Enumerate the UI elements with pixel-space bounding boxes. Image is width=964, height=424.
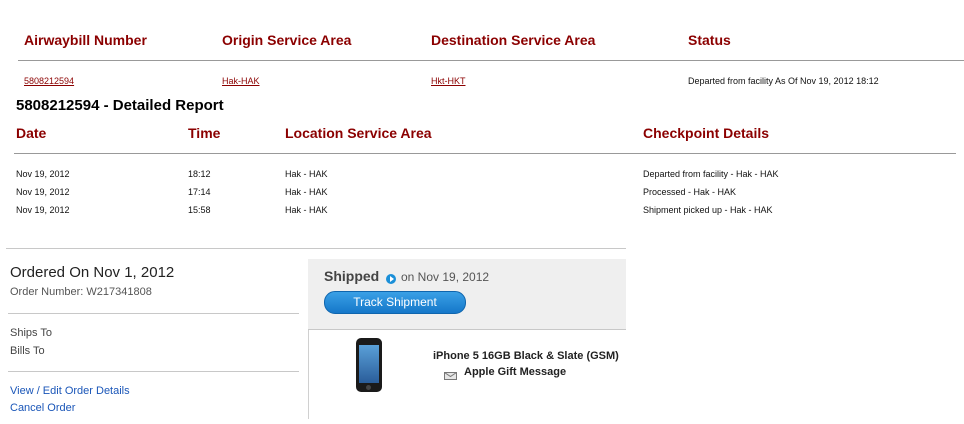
header-status: Status: [688, 32, 731, 48]
row-date: Nov 19, 2012: [16, 169, 70, 179]
header-destination: Destination Service Area: [431, 32, 596, 48]
view-edit-order-link[interactable]: View / Edit Order Details: [10, 385, 130, 397]
origin-link[interactable]: Hak-HAK: [222, 76, 260, 86]
row-date: Nov 19, 2012: [16, 187, 70, 197]
row-location: Hak - HAK: [285, 187, 328, 197]
order-divider-1: [8, 313, 299, 314]
panel-left-border: [308, 329, 309, 419]
iphone-image: [356, 338, 382, 392]
cancel-order-link[interactable]: Cancel Order: [10, 402, 75, 414]
awb-link[interactable]: 5808212594: [24, 76, 74, 86]
shipped-date: on Nov 19, 2012: [401, 270, 490, 284]
order-number: Order Number: W217341808: [10, 286, 152, 298]
row-time: 15:58: [188, 205, 211, 215]
report-divider: [14, 153, 956, 154]
order-top-divider: [6, 248, 626, 249]
detailed-report-title: 5808212594 - Detailed Report: [16, 97, 224, 114]
shipped-label: Shipped: [324, 268, 380, 284]
row-location: Hak - HAK: [285, 205, 328, 215]
row-checkpoint: Processed - Hak - HAK: [643, 187, 737, 197]
header-date: Date: [16, 125, 47, 141]
row-date: Nov 19, 2012: [16, 205, 70, 215]
header-location: Location Service Area: [285, 125, 432, 141]
track-shipment-button[interactable]: Track Shipment: [324, 291, 466, 314]
envelope-icon: [444, 367, 457, 380]
play-circle-icon: [386, 274, 396, 284]
header-airwaybill: Airwaybill Number: [24, 32, 147, 48]
row-checkpoint: Shipment picked up - Hak - HAK: [643, 205, 773, 215]
destination-link[interactable]: Hkt-HKT: [431, 76, 466, 86]
row-time: 18:12: [188, 169, 211, 179]
ships-to-label: Ships To: [10, 327, 52, 339]
panel-divider: [308, 329, 626, 330]
summary-divider: [18, 60, 964, 61]
ordered-on-title: Ordered On Nov 1, 2012: [10, 264, 175, 281]
row-location: Hak - HAK: [285, 169, 328, 179]
header-checkpoint: Checkpoint Details: [643, 125, 770, 141]
row-checkpoint: Departed from facility - Hak - HAK: [643, 169, 779, 179]
bills-to-label: Bills To: [10, 345, 45, 357]
row-time: 17:14: [188, 187, 211, 197]
header-time: Time: [188, 125, 221, 141]
order-divider-2: [8, 371, 299, 372]
shipment-status: Departed from facility As Of Nov 19, 201…: [688, 76, 879, 86]
header-origin: Origin Service Area: [222, 32, 352, 48]
product-name: iPhone 5 16GB Black & Slate (GSM): [433, 350, 619, 362]
gift-message: Apple Gift Message: [464, 366, 567, 378]
